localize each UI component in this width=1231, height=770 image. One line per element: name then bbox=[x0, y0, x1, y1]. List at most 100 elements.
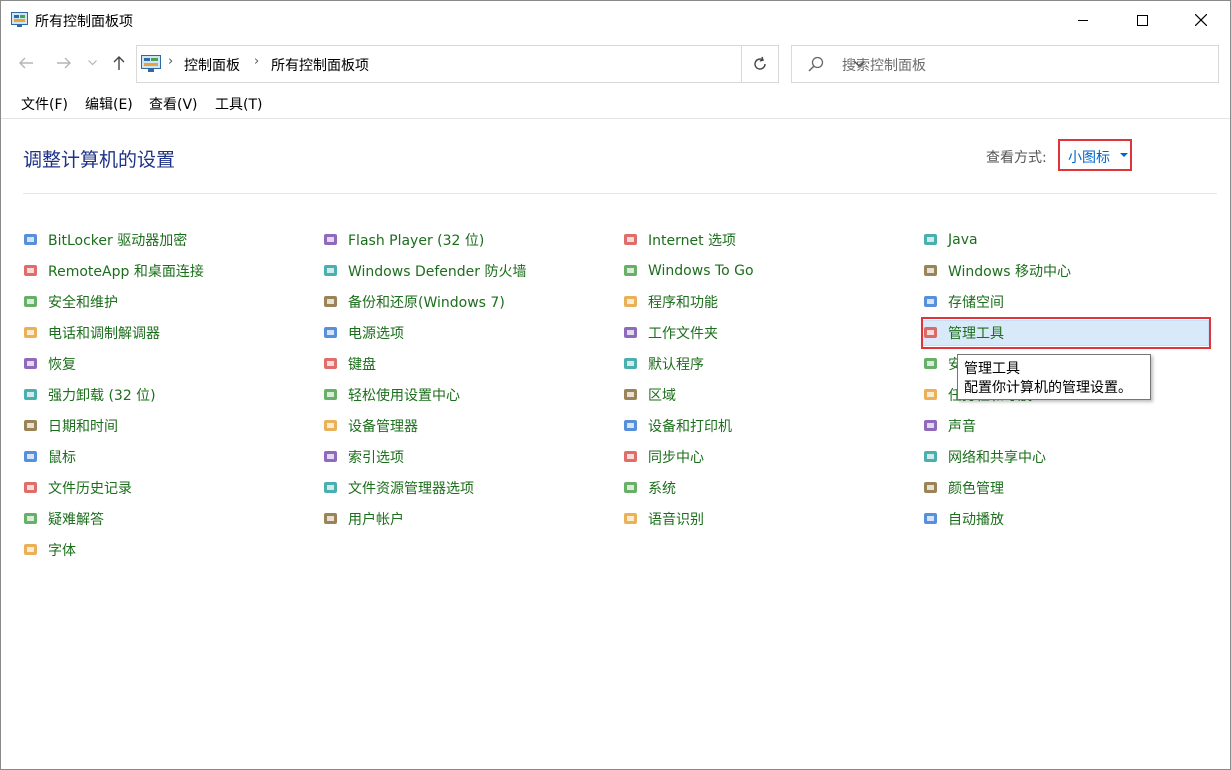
back-button[interactable] bbox=[15, 52, 37, 74]
search-box[interactable]: 搜索控制面板 bbox=[791, 45, 1219, 83]
cp-item-phone-modem[interactable]: 电话和调制解调器 bbox=[22, 321, 160, 345]
cp-item-label[interactable]: 系统 bbox=[648, 478, 676, 498]
cp-item-label[interactable]: 默认程序 bbox=[648, 354, 704, 374]
cp-item-device-manager[interactable]: 设备管理器 bbox=[322, 414, 418, 438]
cp-item-label[interactable]: 键盘 bbox=[348, 354, 376, 374]
cp-item-work-folders[interactable]: 工作文件夹 bbox=[622, 321, 718, 345]
cp-item-label[interactable]: 字体 bbox=[48, 540, 76, 560]
cp-item-flash[interactable]: Flash Player (32 位) bbox=[322, 228, 484, 252]
cp-item-region[interactable]: 区域 bbox=[622, 383, 676, 407]
breadcrumb-all-items[interactable]: 所有控制面板项 bbox=[271, 55, 369, 75]
cp-item-bitlocker[interactable]: BitLocker 驱动器加密 bbox=[22, 228, 187, 252]
cp-item-label[interactable]: 设备管理器 bbox=[348, 416, 418, 436]
cp-item-java[interactable]: Java bbox=[922, 228, 978, 252]
cp-item-indexing[interactable]: 索引选项 bbox=[322, 445, 404, 469]
address-bar[interactable]: › 控制面板 › 所有控制面板项 bbox=[136, 45, 865, 83]
close-button[interactable] bbox=[1178, 1, 1224, 39]
cp-item-label[interactable]: 日期和时间 bbox=[48, 416, 118, 436]
cp-item-network[interactable]: 网络和共享中心 bbox=[922, 445, 1046, 469]
minimize-button[interactable] bbox=[1060, 1, 1106, 39]
cp-item-label[interactable]: 疑难解答 bbox=[48, 509, 104, 529]
cp-item-label[interactable]: 工作文件夹 bbox=[648, 323, 718, 343]
cp-item-label[interactable]: 鼠标 bbox=[48, 447, 76, 467]
view-by-dropdown[interactable]: 小图标 bbox=[1058, 139, 1132, 171]
cp-item-power[interactable]: 电源选项 bbox=[322, 321, 404, 345]
dropdown-arrow-icon[interactable] bbox=[1120, 153, 1128, 157]
maximize-button[interactable] bbox=[1119, 1, 1165, 39]
cp-item-label[interactable]: 用户帐户 bbox=[348, 509, 404, 529]
up-button[interactable] bbox=[108, 52, 130, 74]
cp-item-label[interactable]: 电源选项 bbox=[348, 323, 404, 343]
cp-item-label[interactable]: 存储空间 bbox=[948, 292, 1004, 312]
cp-item-default-programs[interactable]: 默认程序 bbox=[622, 352, 704, 376]
cp-item-label[interactable]: 声音 bbox=[948, 416, 976, 436]
menu-tools[interactable]: 工具(T) bbox=[215, 94, 262, 114]
cp-item-autoplay[interactable]: 自动播放 bbox=[922, 507, 1004, 531]
cp-item-internet[interactable]: Internet 选项 bbox=[622, 228, 736, 252]
cp-item-label[interactable]: 文件历史记录 bbox=[48, 478, 132, 498]
cp-item-label[interactable]: 文件资源管理器选项 bbox=[348, 478, 474, 498]
cp-item-label[interactable]: 轻松使用设置中心 bbox=[348, 385, 460, 405]
cp-item-microphone[interactable]: 语音识别 bbox=[622, 507, 704, 531]
cp-item-recovery[interactable]: 恢复 bbox=[22, 352, 76, 376]
cp-item-label[interactable]: 语音识别 bbox=[648, 509, 704, 529]
cp-item-firewall[interactable]: Windows Defender 防火墙 bbox=[322, 259, 526, 283]
cp-item-label[interactable]: 索引选项 bbox=[348, 447, 404, 467]
cp-item-ease-of-access[interactable]: 轻松使用设置中心 bbox=[322, 383, 460, 407]
menu-edit[interactable]: 编辑(E) bbox=[85, 94, 133, 114]
cp-item-flag[interactable]: 安全和维护 bbox=[22, 290, 118, 314]
cp-item-printer[interactable]: 设备和打印机 bbox=[622, 414, 732, 438]
breadcrumb-separator[interactable]: › bbox=[254, 54, 259, 69]
cp-item-label[interactable]: Internet 选项 bbox=[648, 230, 736, 250]
title-bar[interactable]: 所有控制面板项 bbox=[1, 1, 1230, 39]
breadcrumb-control-panel[interactable]: 控制面板 bbox=[184, 55, 240, 75]
cp-item-label[interactable]: Windows To Go bbox=[648, 263, 754, 279]
cp-item-programs[interactable]: 程序和功能 bbox=[622, 290, 718, 314]
cp-item-user-accounts[interactable]: 用户帐户 bbox=[322, 507, 404, 531]
cp-item-sync[interactable]: 同步中心 bbox=[622, 445, 704, 469]
cp-item-label[interactable]: 颜色管理 bbox=[948, 478, 1004, 498]
menu-view[interactable]: 查看(V) bbox=[149, 94, 198, 114]
cp-item-mouse[interactable]: 鼠标 bbox=[22, 445, 76, 469]
cp-item-label[interactable]: 网络和共享中心 bbox=[948, 447, 1046, 467]
menu-file[interactable]: 文件(F) bbox=[21, 94, 68, 114]
cp-item-label[interactable]: RemoteApp 和桌面连接 bbox=[48, 261, 204, 281]
cp-item-label[interactable]: 同步中心 bbox=[648, 447, 704, 467]
search-input[interactable]: 搜索控制面板 bbox=[842, 55, 926, 75]
refresh-button[interactable] bbox=[741, 45, 779, 83]
cp-item-label[interactable]: 强力卸载 (32 位) bbox=[48, 385, 156, 405]
cp-item-storage[interactable]: 存储空间 bbox=[922, 290, 1004, 314]
cp-item-label[interactable]: 安全和维护 bbox=[48, 292, 118, 312]
cp-item-label[interactable]: 电话和调制解调器 bbox=[48, 323, 160, 343]
cp-item-backup[interactable]: 备份和还原(Windows 7) bbox=[322, 290, 505, 314]
cp-item-label[interactable]: Windows Defender 防火墙 bbox=[348, 261, 526, 281]
breadcrumb-separator[interactable]: › bbox=[168, 54, 173, 69]
forward-button[interactable] bbox=[53, 52, 75, 74]
cp-item-label[interactable]: Java bbox=[948, 232, 978, 248]
autoplay-icon bbox=[924, 513, 937, 524]
cp-item-label[interactable]: BitLocker 驱动器加密 bbox=[48, 230, 187, 250]
cp-item-label[interactable]: 自动播放 bbox=[948, 509, 1004, 529]
cp-item-remoteapp[interactable]: RemoteApp 和桌面连接 bbox=[22, 259, 204, 283]
cp-item-label[interactable]: 恢复 bbox=[48, 354, 76, 374]
view-by-value[interactable]: 小图标 bbox=[1068, 147, 1110, 167]
cp-item-windows-to-go[interactable]: Windows To Go bbox=[622, 259, 754, 283]
cp-item-label[interactable]: 设备和打印机 bbox=[648, 416, 732, 436]
cp-item-label[interactable]: Flash Player (32 位) bbox=[348, 230, 484, 250]
cp-item-sound[interactable]: 声音 bbox=[922, 414, 976, 438]
cp-item-color[interactable]: 颜色管理 bbox=[922, 476, 1004, 500]
recent-locations-button[interactable] bbox=[84, 52, 100, 74]
cp-item-fonts[interactable]: 字体 bbox=[22, 538, 76, 562]
cp-item-file-history[interactable]: 文件历史记录 bbox=[22, 476, 132, 500]
cp-item-label[interactable]: 区域 bbox=[648, 385, 676, 405]
cp-item-keyboard[interactable]: 键盘 bbox=[322, 352, 376, 376]
cp-item-system[interactable]: 系统 bbox=[622, 476, 676, 500]
cp-item-label[interactable]: Windows 移动中心 bbox=[948, 261, 1071, 281]
cp-item-label[interactable]: 程序和功能 bbox=[648, 292, 718, 312]
cp-item-uninstall[interactable]: 强力卸载 (32 位) bbox=[22, 383, 156, 407]
cp-item-troubleshoot[interactable]: 疑难解答 bbox=[22, 507, 104, 531]
cp-item-label[interactable]: 备份和还原(Windows 7) bbox=[348, 292, 505, 312]
cp-item-folder-options[interactable]: 文件资源管理器选项 bbox=[322, 476, 474, 500]
cp-item-mobility[interactable]: Windows 移动中心 bbox=[922, 259, 1071, 283]
cp-item-datetime[interactable]: 日期和时间 bbox=[22, 414, 118, 438]
